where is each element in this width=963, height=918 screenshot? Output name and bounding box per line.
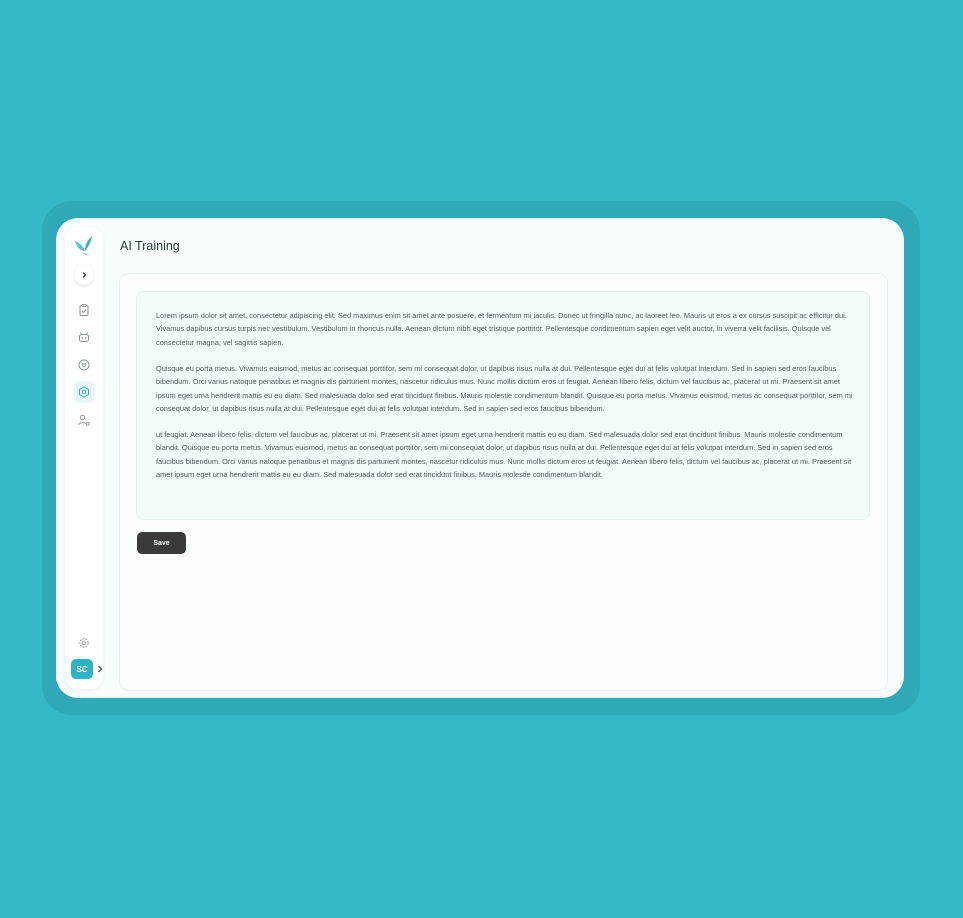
sidebar: SC: [65, 228, 103, 689]
training-text-editor[interactable]: Lorem ipsum dolor sit amet, consectetur …: [136, 291, 870, 520]
sidebar-expand-button[interactable]: [74, 265, 94, 285]
training-paragraph: ut feugiat. Aenean libero felis, dictum …: [156, 430, 852, 479]
sidebar-item-bot[interactable]: [73, 326, 95, 348]
user-settings-icon: [78, 414, 90, 426]
sidebar-item-user-settings[interactable]: [73, 409, 95, 431]
app-window: SC AI Training Lorem ipsum dolor sit ame…: [56, 218, 904, 698]
training-paragraph: Quisque eu porta metus. Vivamus euismod,…: [156, 364, 853, 413]
training-paragraph: Lorem ipsum dolor sit amet, consectetur …: [156, 311, 847, 347]
chevron-right-icon[interactable]: [95, 664, 105, 674]
bot-icon: [79, 331, 89, 342]
settings-button[interactable]: [73, 632, 95, 654]
sidebar-item-clipboard[interactable]: [73, 299, 95, 321]
settings-icon: [79, 638, 89, 648]
heart-chat-icon: [78, 359, 90, 371]
save-button[interactable]: Save: [137, 532, 186, 554]
sidebar-item-ai-training[interactable]: [73, 381, 95, 403]
logo-icon: [75, 236, 92, 256]
sidebar-item-heart-chat[interactable]: [73, 354, 95, 376]
gear-network-icon: [79, 386, 89, 398]
chevron-right-icon: [82, 272, 87, 278]
page-title: AI Training: [120, 239, 180, 253]
clipboard-icon: [79, 304, 89, 316]
user-avatar[interactable]: SC: [71, 659, 93, 679]
